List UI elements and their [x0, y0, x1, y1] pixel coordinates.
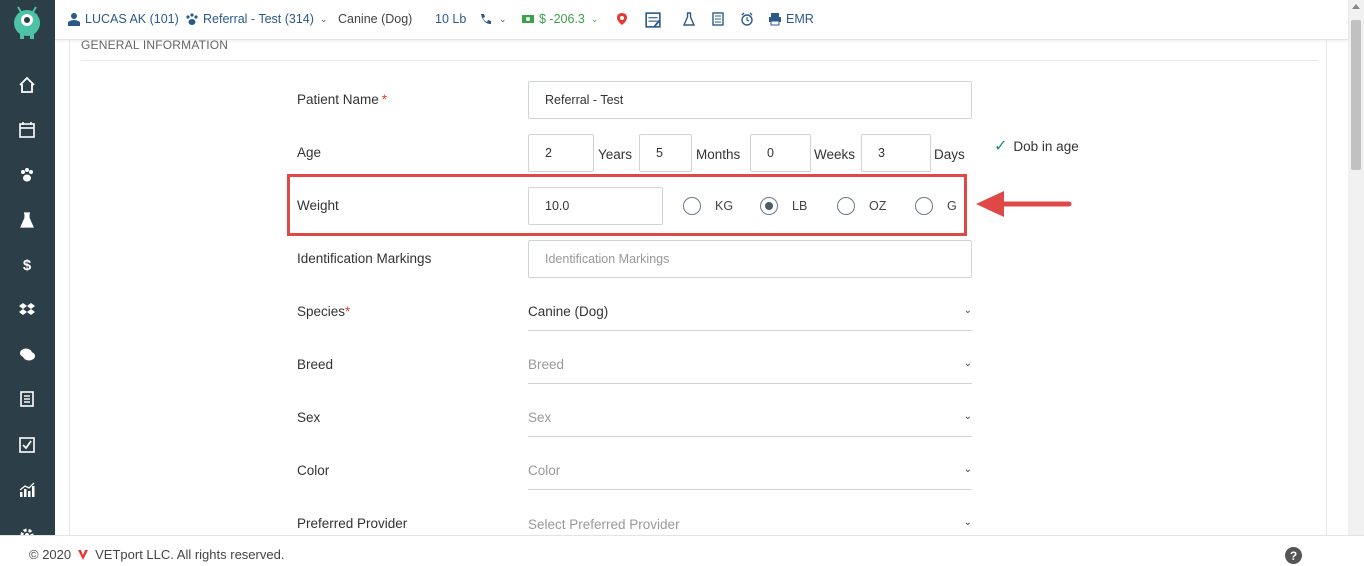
age-weeks-input[interactable]: 0: [750, 134, 811, 172]
owner-link[interactable]: LUCAS AK (101): [67, 12, 179, 26]
species-select-value: Canine (Dog): [528, 304, 609, 319]
breed-select[interactable]: Breed ⌄: [528, 346, 972, 384]
calculator-icon[interactable]: [644, 12, 662, 28]
patient-name: Referral - Test (314): [203, 12, 314, 26]
scroll-thumb[interactable]: [1351, 20, 1361, 170]
person-icon: [68, 13, 80, 26]
red-arrow-annotation: [976, 191, 1072, 217]
phone-icon: [481, 14, 491, 24]
sex-label: Sex: [297, 410, 321, 425]
age-months-input[interactable]: 5: [639, 134, 692, 172]
general-information-panel: GENERAL INFORMATION Patient Name * Referr…: [69, 38, 1327, 535]
chevron-down-icon: ⌄: [963, 358, 972, 369]
weight-value: 10 Lb: [435, 12, 467, 26]
age-label: Age: [297, 145, 322, 160]
patient-name-label: Patient Name *: [297, 92, 388, 107]
patient-dropdown[interactable]: Referral - Test (314) ⌄: [185, 12, 327, 26]
document-icon[interactable]: [14, 386, 40, 412]
sex-select[interactable]: Sex ⌄: [528, 399, 972, 437]
chevron-down-icon: ⌄: [590, 13, 599, 24]
top-bar: LUCAS AK (101) Referral - Test (314) ⌄ C…: [55, 0, 1348, 40]
notes-icon[interactable]: [711, 12, 725, 26]
identification-label: Identification Markings: [297, 251, 432, 266]
home-icon[interactable]: [14, 72, 40, 98]
vetport-logo[interactable]: [8, 4, 46, 42]
required-marker: *: [381, 92, 388, 107]
sidebar: $: [0, 0, 55, 566]
species-label: Species*: [297, 304, 351, 319]
sex-select-placeholder: Sex: [528, 410, 552, 425]
days-label: Days: [934, 147, 965, 162]
breed-label: Breed: [297, 357, 334, 372]
chevron-down-icon: ⌄: [963, 411, 972, 422]
years-label: Years: [598, 147, 633, 162]
chevron-down-icon: ⌄: [963, 305, 972, 316]
flask-icon[interactable]: [14, 207, 40, 233]
emr-label: EMR: [786, 12, 814, 26]
calendar-icon[interactable]: [14, 117, 40, 143]
scroll-up-arrow[interactable]: [1352, 4, 1360, 9]
weight-highlight-box: [287, 174, 967, 236]
provider-select-placeholder: Select Preferred Provider: [528, 516, 680, 532]
location-pin-icon[interactable]: [615, 12, 629, 26]
copyright-text: © 2020 VETport LLC. All rights reserved.: [29, 547, 284, 562]
species-value: Canine (Dog): [338, 12, 413, 26]
vetport-small-logo: [78, 549, 89, 560]
section-title: GENERAL INFORMATION: [81, 38, 229, 52]
color-select-placeholder: Color: [528, 463, 561, 478]
patient-name-input[interactable]: Referral - Test: [528, 81, 972, 119]
checkmark-icon: ✓: [994, 138, 1008, 155]
dob-in-age-toggle[interactable]: ✓ Dob in age: [994, 136, 1079, 156]
chat-icon[interactable]: [14, 341, 40, 367]
color-select[interactable]: Color ⌄: [528, 452, 972, 490]
chevron-down-icon: ⌄: [963, 517, 972, 528]
footer: © 2020 VETport LLC. All rights reserved.…: [0, 535, 1364, 566]
breed-select-placeholder: Breed: [528, 357, 565, 372]
paw-icon[interactable]: [14, 162, 40, 188]
species-text: Canine (Dog): [338, 12, 412, 26]
weight-text: 10 Lb: [435, 12, 466, 26]
owner-name: LUCAS AK (101): [85, 12, 179, 26]
balance-value: $ -206.3: [539, 12, 585, 26]
dollar-icon[interactable]: $: [14, 251, 40, 277]
age-years-input[interactable]: 2: [528, 134, 594, 172]
alarm-clock-icon[interactable]: [740, 12, 754, 26]
chevron-down-icon: ⌄: [963, 464, 972, 475]
required-marker: *: [345, 304, 351, 319]
chevron-down-icon: ⌄: [319, 13, 328, 24]
page-scrollbar[interactable]: [1348, 0, 1364, 540]
svg-text:$: $: [23, 257, 32, 273]
species-select[interactable]: Canine (Dog) ⌄: [528, 293, 972, 331]
printer-icon: [769, 13, 781, 26]
paw-icon: [186, 13, 198, 25]
help-icon[interactable]: ?: [1285, 547, 1302, 564]
provider-label: Preferred Provider: [297, 516, 408, 531]
chevron-down-icon: ⌄: [499, 13, 507, 24]
lab-flask-icon[interactable]: [682, 12, 696, 26]
months-label: Months: [696, 147, 741, 162]
color-label: Color: [297, 463, 330, 478]
copyright-year: © 2020: [29, 547, 72, 562]
section-divider: [81, 60, 1318, 61]
weeks-label: Weeks: [814, 147, 856, 162]
age-days-input[interactable]: 3: [861, 134, 931, 172]
emr-print-button[interactable]: EMR: [768, 12, 814, 26]
identification-input[interactable]: Identification Markings: [528, 240, 972, 278]
company-text: VETport LLC. All rights reserved.: [95, 547, 285, 562]
balance-dropdown[interactable]: $ -206.3 ⌄: [521, 12, 598, 26]
dropbox-icon[interactable]: [14, 296, 40, 322]
dob-in-age-label: Dob in age: [1013, 138, 1079, 154]
chart-icon[interactable]: [14, 477, 40, 503]
money-icon: [522, 15, 534, 23]
phone-dropdown[interactable]: ⌄: [479, 12, 507, 26]
checklist-icon[interactable]: [14, 432, 40, 458]
